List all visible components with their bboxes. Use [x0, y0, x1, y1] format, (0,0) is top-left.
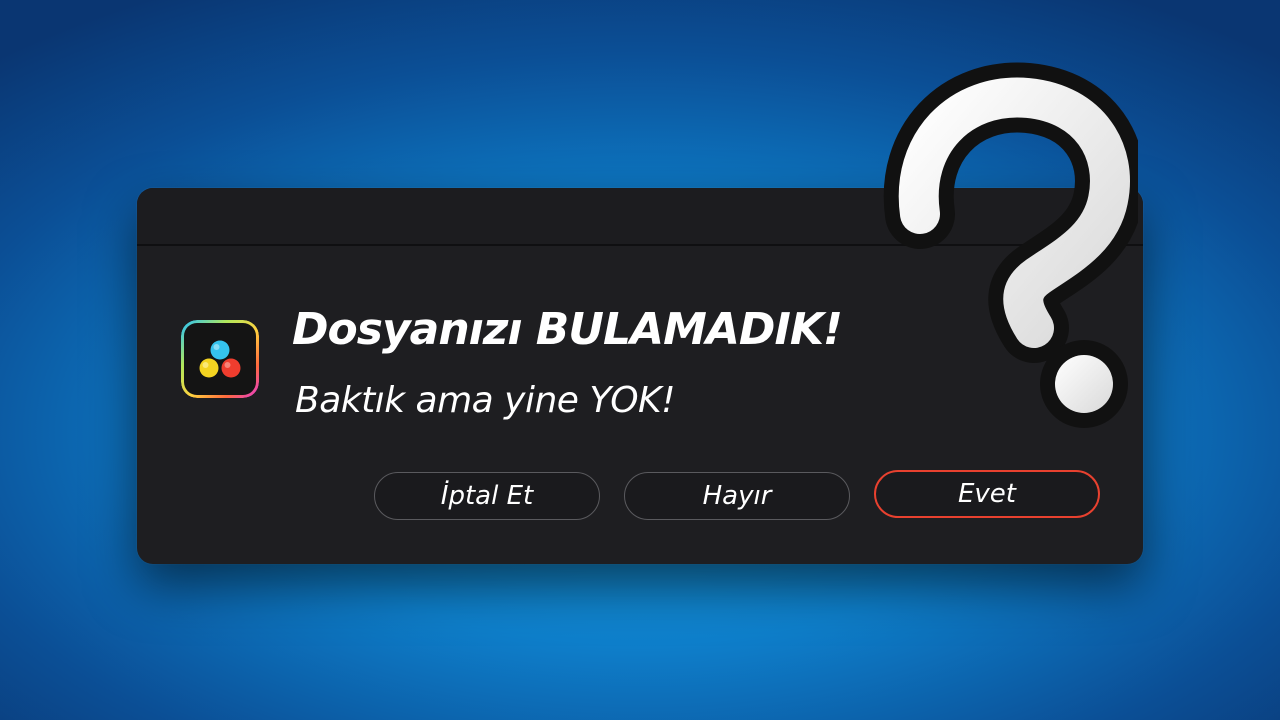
davinci-resolve-icon: [181, 320, 259, 398]
dialog-message: Baktık ama yine YOK!: [295, 380, 676, 421]
dialog-title: Dosyanızı BULAMADIK!: [292, 304, 843, 355]
yes-button[interactable]: Evet: [874, 470, 1100, 518]
no-button[interactable]: Hayır: [624, 472, 850, 520]
question-mark-icon: [883, 62, 1138, 428]
cancel-button[interactable]: İptal Et: [374, 472, 600, 520]
